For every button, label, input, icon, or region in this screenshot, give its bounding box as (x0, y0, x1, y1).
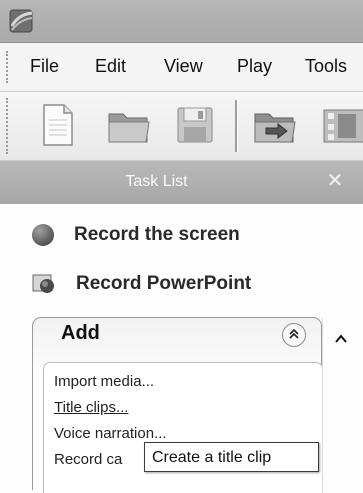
menu-edit[interactable]: Edit (95, 56, 126, 77)
add-panel-list: Import media... Title clips... Voice nar… (43, 362, 323, 493)
scrollbar-track[interactable] (322, 318, 323, 493)
save-disk-icon[interactable] (172, 102, 218, 148)
app-logo-icon (9, 9, 33, 33)
import-media-link[interactable]: Import media... (54, 373, 154, 390)
record-screen-label: Record the screen (74, 224, 240, 245)
task-list-header: Task List ✕ (0, 161, 363, 204)
title-bar (0, 0, 363, 43)
record-powerpoint-link[interactable]: Record PowerPoint (32, 267, 332, 301)
powerpoint-icon (32, 273, 56, 295)
toolbar-grip[interactable] (6, 98, 12, 154)
film-icon[interactable] (318, 102, 363, 148)
collapse-icon[interactable] (282, 323, 306, 347)
add-panel-title: Add (61, 322, 100, 344)
title-clips-link[interactable]: Title clips... (54, 399, 128, 416)
menu-play[interactable]: Play (237, 56, 272, 77)
open-folder-icon[interactable] (106, 102, 152, 148)
scroll-up-arrow-icon[interactable] (330, 322, 352, 356)
record-camera-link[interactable]: Record ca (54, 451, 122, 468)
menu-view[interactable]: View (164, 56, 203, 77)
close-icon[interactable]: ✕ (324, 170, 346, 192)
record-powerpoint-label: Record PowerPoint (76, 273, 252, 294)
menu-bar: File Edit View Play Tools (0, 43, 363, 92)
menu-file[interactable]: File (30, 56, 59, 77)
voice-narration-link[interactable]: Voice narration... (54, 425, 167, 442)
tooltip: Create a title clip (144, 442, 319, 472)
new-document-icon[interactable] (34, 102, 80, 148)
task-list-title: Task List (125, 173, 188, 190)
record-circle-icon (32, 224, 54, 246)
toolbar-separator (235, 100, 238, 152)
toolbar (0, 92, 363, 161)
menu-tools[interactable]: Tools (305, 56, 347, 77)
record-screen-link[interactable]: Record the screen (32, 218, 332, 252)
import-folder-icon[interactable] (252, 102, 298, 148)
menu-grip[interactable] (6, 51, 12, 83)
